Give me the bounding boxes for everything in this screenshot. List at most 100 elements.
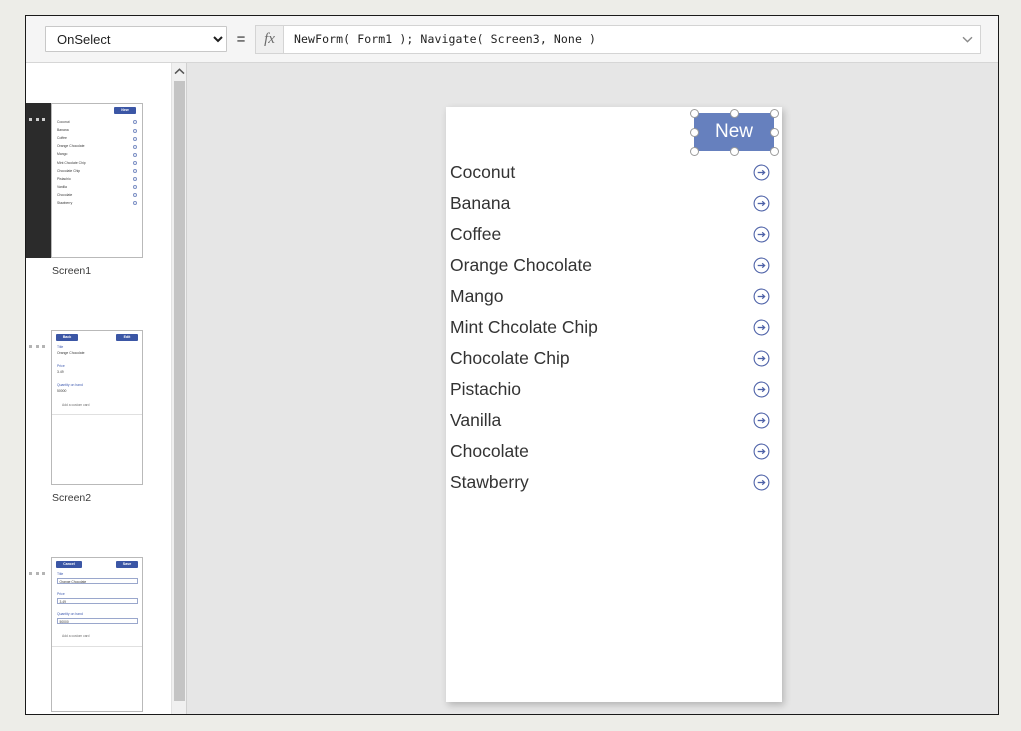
gallery-row-label: Chocolate [450,441,529,461]
divider [52,414,142,415]
gallery-row[interactable]: Pistachio [446,374,782,405]
thumb-field-input: Orange Chocolate [57,577,138,584]
circle-arrow-right-icon[interactable] [753,164,770,181]
selection-handle[interactable] [769,127,779,137]
gallery-row-label: Chocolate Chip [450,348,570,368]
thumb-circle-arrow-right-icon [133,193,137,198]
thumb-circle-arrow-right-icon [133,201,137,206]
screen-entry-screen1[interactable]: New Coconut Banana Coffee Orange Chocolate M… [26,103,171,277]
new-button[interactable]: New [694,113,774,151]
gallery-row[interactable]: Orange Chocolate [446,250,782,281]
thumb-gallery-row-label: Stawberry [57,201,73,205]
thumb-field-input: 50000 [57,617,138,624]
circle-arrow-right-icon[interactable] [753,195,770,212]
thumb-field-label: Price [57,592,65,596]
thumb-gallery-row-label: Orange Chocolate [57,144,85,149]
gallery-row[interactable]: Coconut [446,157,782,188]
formula-text: NewForm( Form1 ); Navigate( Screen3, Non… [294,32,597,46]
thumb-circle-arrow-right-icon [133,177,137,182]
thumb-cancel-button: Cancel [56,561,82,568]
selection-handle[interactable] [689,127,699,137]
thumb-circle-arrow-right-icon [133,169,137,173]
thumb-field-input: 3.49 [57,597,138,604]
screen-label-screen2: Screen2 [52,492,92,504]
app-window: OnSelect = fx NewForm( Form1 ); Navigate… [25,15,999,715]
thumb-field-value: Orange Chocolate [57,351,85,355]
thumb-gallery-row-label: Mango [57,152,68,157]
circle-arrow-right-icon[interactable] [753,319,770,336]
screen-thumbnail-screen1[interactable]: New Coconut Banana Coffee Orange Chocolate M… [26,103,171,258]
ellipsis-icon[interactable] [29,114,45,124]
thumb-save-button: Save [116,561,138,568]
circle-arrow-right-icon[interactable] [753,412,770,429]
thumb-circle-arrow-right-icon [133,136,137,141]
gallery-row-label: Orange Chocolate [450,255,593,275]
thumb-field-label: Quantity on hand [57,383,83,387]
screens-panel-scrollbar[interactable] [171,63,187,714]
thumb-field-label: Price [57,364,65,368]
thumb-gallery-row-label: Chocolate [57,192,73,197]
gallery-row-label: Mint Chcolate Chip [450,317,598,337]
thumb-field-value: 3.49 [57,370,64,374]
thumb-gallery-row-label: Banana [57,128,69,133]
selection-handle[interactable] [689,146,699,156]
circle-arrow-right-icon[interactable] [753,350,770,367]
selection-handle[interactable] [689,108,699,118]
gallery-row[interactable]: Chocolate [446,436,782,467]
thumb-gallery-row-label: Mint Chcolate Chip [57,160,86,165]
fx-icon: fx [255,24,283,54]
selection-handle[interactable] [729,146,739,156]
chevron-down-icon[interactable] [961,33,973,45]
divider [52,646,142,647]
gallery-row-label: Coconut [450,162,516,182]
thumb-circle-arrow-right-icon [133,185,137,190]
gallery-row-label: Vanilla [450,410,502,430]
thumb-gallery-row-label: Vanilla [57,184,67,189]
gallery-row-label: Banana [450,193,511,213]
new-button-label: New [714,121,753,142]
gallery-row[interactable]: Mango [446,281,782,312]
ellipsis-icon[interactable] [29,568,45,578]
chevron-up-icon[interactable] [172,63,187,80]
gallery[interactable]: Coconut Banana Coffee Orange Chocolate Mango… [446,157,782,498]
app-screen-canvas[interactable]: New Coconut Banana Coffee Orange Chocolate M… [446,107,782,702]
work-area: New Coconut Banana Coffee Orange Chocolate M… [26,63,998,714]
thumb-gallery-row-label: Coconut [57,120,70,124]
formula-input[interactable]: NewForm( Form1 ); Navigate( Screen3, Non… [283,24,981,54]
thumbnail-preview: Cancel Save Title Orange Chocolate Price 3.… [51,557,143,712]
circle-arrow-right-icon[interactable] [753,381,770,398]
equals-label: = [236,30,246,48]
thumb-circle-arrow-right-icon [133,160,137,165]
gallery-row[interactable]: Stawberry [446,467,782,498]
property-select[interactable]: OnSelect [45,26,227,52]
screen-thumbnail-screen3[interactable]: Cancel Save Title Orange Chocolate Price 3.… [26,557,171,712]
ellipsis-icon[interactable] [29,341,45,351]
thumb-circle-arrow-right-icon [133,144,137,149]
thumb-field-label: Quantity on hand [57,612,83,616]
screen-label-screen1: Screen1 [52,265,92,277]
circle-arrow-right-icon[interactable] [753,474,770,491]
gallery-row[interactable]: Banana [446,188,782,219]
gallery-row[interactable]: Chocolate Chip [446,343,782,374]
gallery-row[interactable]: Vanilla [446,405,782,436]
gallery-row[interactable]: Coffee [446,219,782,250]
screen-entry-screen3[interactable]: Cancel Save Title Orange Chocolate Price 3.… [26,557,171,712]
thumb-edit-button: Edit [116,334,138,341]
screens-panel: New Coconut Banana Coffee Orange Chocolate M… [26,63,171,714]
thumb-add-card: Add a custom card [62,403,90,407]
circle-arrow-right-icon[interactable] [753,257,770,274]
circle-arrow-right-icon[interactable] [753,443,770,460]
selection-handle[interactable] [769,108,779,118]
selection-handle[interactable] [729,108,739,118]
screen-entry-screen2[interactable]: Back Edit Title Orange Chocolate Price 3.49… [26,330,171,504]
circle-arrow-right-icon[interactable] [753,288,770,305]
selection-handle[interactable] [769,146,779,156]
thumb-circle-arrow-right-icon [133,152,137,157]
gallery-row[interactable]: Mint Chcolate Chip [446,312,782,343]
thumb-circle-arrow-right-icon [133,128,137,133]
circle-arrow-right-icon[interactable] [753,226,770,243]
thumb-gallery-row-label: Chocolate Chip [57,168,81,173]
thumb-gallery-row-label: Coffee [57,136,67,141]
screen-thumbnail-screen2[interactable]: Back Edit Title Orange Chocolate Price 3.49… [26,330,171,485]
scrollbar-thumb[interactable] [174,81,185,701]
